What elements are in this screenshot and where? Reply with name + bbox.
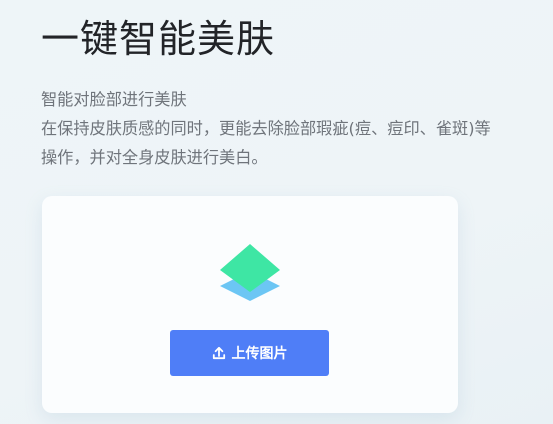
page-title: 一键智能美肤 bbox=[41, 17, 276, 61]
upload-card: 上传图片 bbox=[42, 196, 458, 413]
layers-icon bbox=[220, 244, 280, 301]
feature-description: 智能对脸部进行美肤 在保持皮肤质感的同时，更能去除脸部瑕疵(痘、痘印、雀斑)等 … bbox=[41, 85, 551, 172]
upload-button-label: 上传图片 bbox=[231, 346, 288, 362]
upload-image-button[interactable]: 上传图片 bbox=[170, 330, 329, 376]
description-line: 操作，并对全身皮肤进行美白。 bbox=[41, 148, 268, 167]
upload-icon bbox=[212, 346, 225, 360]
description-line: 在保持皮肤质感的同时，更能去除脸部瑕疵(痘、痘印、雀斑)等 bbox=[41, 119, 491, 138]
description-line: 智能对脸部进行美肤 bbox=[41, 90, 187, 109]
